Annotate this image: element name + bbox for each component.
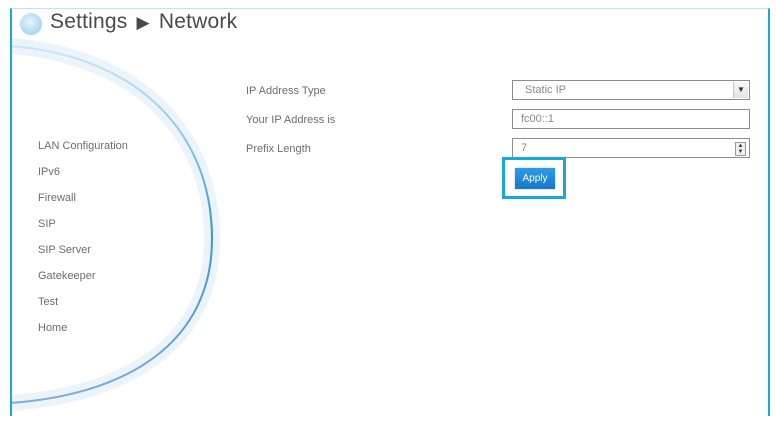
prefix-length-label: Prefix Length	[246, 143, 311, 155]
sidebar-item-home[interactable]: Home	[38, 315, 208, 341]
sidebar-item-sip-server[interactable]: SIP Server	[38, 237, 208, 263]
ip-address-type-select[interactable]: Static IP ▼	[512, 80, 750, 100]
chevron-down-icon[interactable]: ▼	[733, 82, 748, 98]
spinner-arrows-icon[interactable]: ▲ ▼	[735, 142, 746, 156]
sidebar-item-gatekeeper[interactable]: Gatekeeper	[38, 263, 208, 289]
ip-address-type-value: Static IP	[525, 84, 566, 96]
header: Settings ▶ Network	[12, 9, 768, 45]
globe-logo-icon	[20, 13, 42, 35]
ip-address-value: fc00::1	[521, 113, 555, 125]
breadcrumb-separator-icon: ▶	[136, 13, 150, 32]
page-title: Settings ▶ Network	[50, 10, 237, 34]
prefix-length-input[interactable]: 7 ▲ ▼	[512, 138, 750, 158]
apply-button[interactable]: Apply	[515, 168, 555, 189]
ip-address-label: Your IP Address is	[246, 114, 336, 126]
bottom-margin	[0, 416, 776, 423]
ip-address-field[interactable]: fc00::1	[512, 109, 750, 129]
sidebar: LAN Configuration IPv6 Firewall SIP SIP …	[38, 133, 208, 341]
ip-address-type-label: IP Address Type	[246, 85, 326, 97]
breadcrumb-section: Settings	[50, 10, 128, 33]
sidebar-item-sip[interactable]: SIP	[38, 211, 208, 237]
sidebar-item-ipv6[interactable]: IPv6	[38, 159, 208, 185]
breadcrumb-page: Network	[158, 10, 238, 33]
settings-window: Settings ▶ Network LAN Configuration IPv…	[10, 8, 770, 416]
prefix-length-value: 7	[521, 142, 528, 154]
sidebar-item-firewall[interactable]: Firewall	[38, 185, 208, 211]
sidebar-item-lan-configuration[interactable]: LAN Configuration	[38, 133, 208, 159]
sidebar-item-test[interactable]: Test	[38, 289, 208, 315]
